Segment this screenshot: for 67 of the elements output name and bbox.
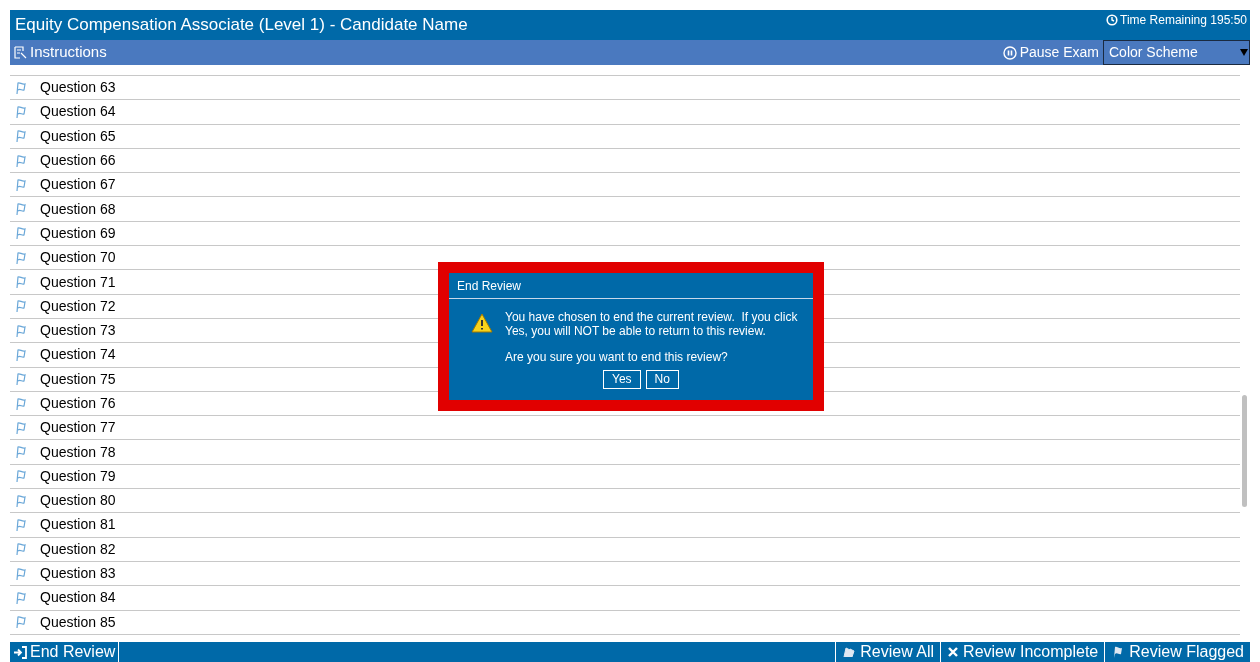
flag-icon	[14, 153, 28, 168]
question-item[interactable]: Question 77	[40, 417, 116, 439]
dialog-button[interactable]: Yes	[603, 370, 641, 389]
clock-icon	[1106, 14, 1119, 26]
question-item[interactable]: Question 72	[40, 295, 116, 317]
warning-icon	[471, 313, 493, 333]
dialog-button[interactable]: No	[645, 370, 679, 389]
flag-icon	[14, 493, 28, 508]
review-button[interactable]: Review All	[835, 642, 941, 662]
dialog-message: You have chosen to end the current review. If you click Yes, you will NOT be able to return to this review.	[505, 310, 799, 338]
question-item[interactable]: Question 78	[40, 441, 116, 463]
review-button[interactable]: Review Flagged	[1104, 642, 1250, 662]
x-icon	[947, 646, 960, 658]
review-button[interactable]: Review Incomplete	[940, 642, 1105, 662]
flag-icon	[14, 275, 28, 289]
document-icon	[14, 46, 27, 59]
flag-icon	[14, 80, 28, 95]
flag-icon	[14, 542, 28, 557]
question-item[interactable]: Question 85	[40, 611, 116, 633]
flag-icon	[14, 299, 28, 314]
flag-icon	[14, 590, 28, 605]
question-item[interactable]: Question 84	[40, 587, 116, 609]
question-item[interactable]: Question 66	[40, 150, 116, 172]
flag-icon	[14, 129, 28, 144]
flag-icon	[14, 226, 28, 241]
pause-icon	[1002, 45, 1017, 60]
flag-icon	[14, 250, 28, 265]
question-item[interactable]: Question 65	[40, 125, 116, 147]
question-item[interactable]: Question 73	[40, 320, 116, 342]
pause-exam-button[interactable]: Pause Exam	[1002, 42, 1103, 63]
question-item[interactable]: Question 81	[40, 514, 116, 536]
flag-icon	[14, 420, 28, 435]
instructions-button[interactable]: Instructions	[10, 41, 107, 64]
question-item[interactable]: Question 80	[40, 490, 116, 512]
question-item[interactable]: Question 74	[40, 344, 116, 366]
flag-icon	[14, 323, 28, 338]
question-item[interactable]: Question 79	[40, 465, 116, 487]
question-item[interactable]: Question 71	[40, 271, 116, 293]
flag-icon	[14, 518, 28, 532]
flag-icon	[14, 445, 28, 460]
flag-icon	[14, 347, 28, 362]
exit-icon	[13, 645, 27, 659]
flag-icon	[14, 104, 28, 119]
dialog-question: Are you sure you want to end this review?	[505, 350, 729, 364]
question-item[interactable]: Question 64	[40, 101, 116, 123]
question-item[interactable]: Question 75	[40, 368, 116, 390]
question-item[interactable]: Question 70	[40, 247, 116, 269]
flag-icon	[14, 202, 28, 217]
color-scheme-dropdown[interactable]: Color Scheme	[1103, 40, 1250, 65]
timer-text: Time Remaining 195:50	[1120, 12, 1247, 29]
flag-icon	[14, 615, 28, 630]
question-item[interactable]: Question 63	[40, 77, 116, 99]
dialog-title: End Review	[457, 277, 522, 295]
question-item[interactable]: Question 76	[40, 393, 116, 414]
dropdown-arrow-icon	[1240, 49, 1248, 56]
question-item[interactable]: Question 68	[40, 198, 116, 220]
flag-icon	[14, 177, 28, 192]
question-item[interactable]: Question 69	[40, 222, 116, 244]
flag-icon	[14, 566, 28, 581]
flag-icon	[14, 396, 28, 411]
question-item[interactable]: Question 67	[40, 174, 116, 196]
end-review-button[interactable]: End Review	[10, 642, 120, 662]
flag-icon	[14, 372, 28, 387]
flag-icon	[14, 469, 28, 484]
window-title: Equity Compensation Associate (Level 1) - Candidate Name	[14, 14, 468, 36]
question-item[interactable]: Question 83	[40, 563, 116, 585]
question-item[interactable]: Question 82	[40, 538, 116, 560]
